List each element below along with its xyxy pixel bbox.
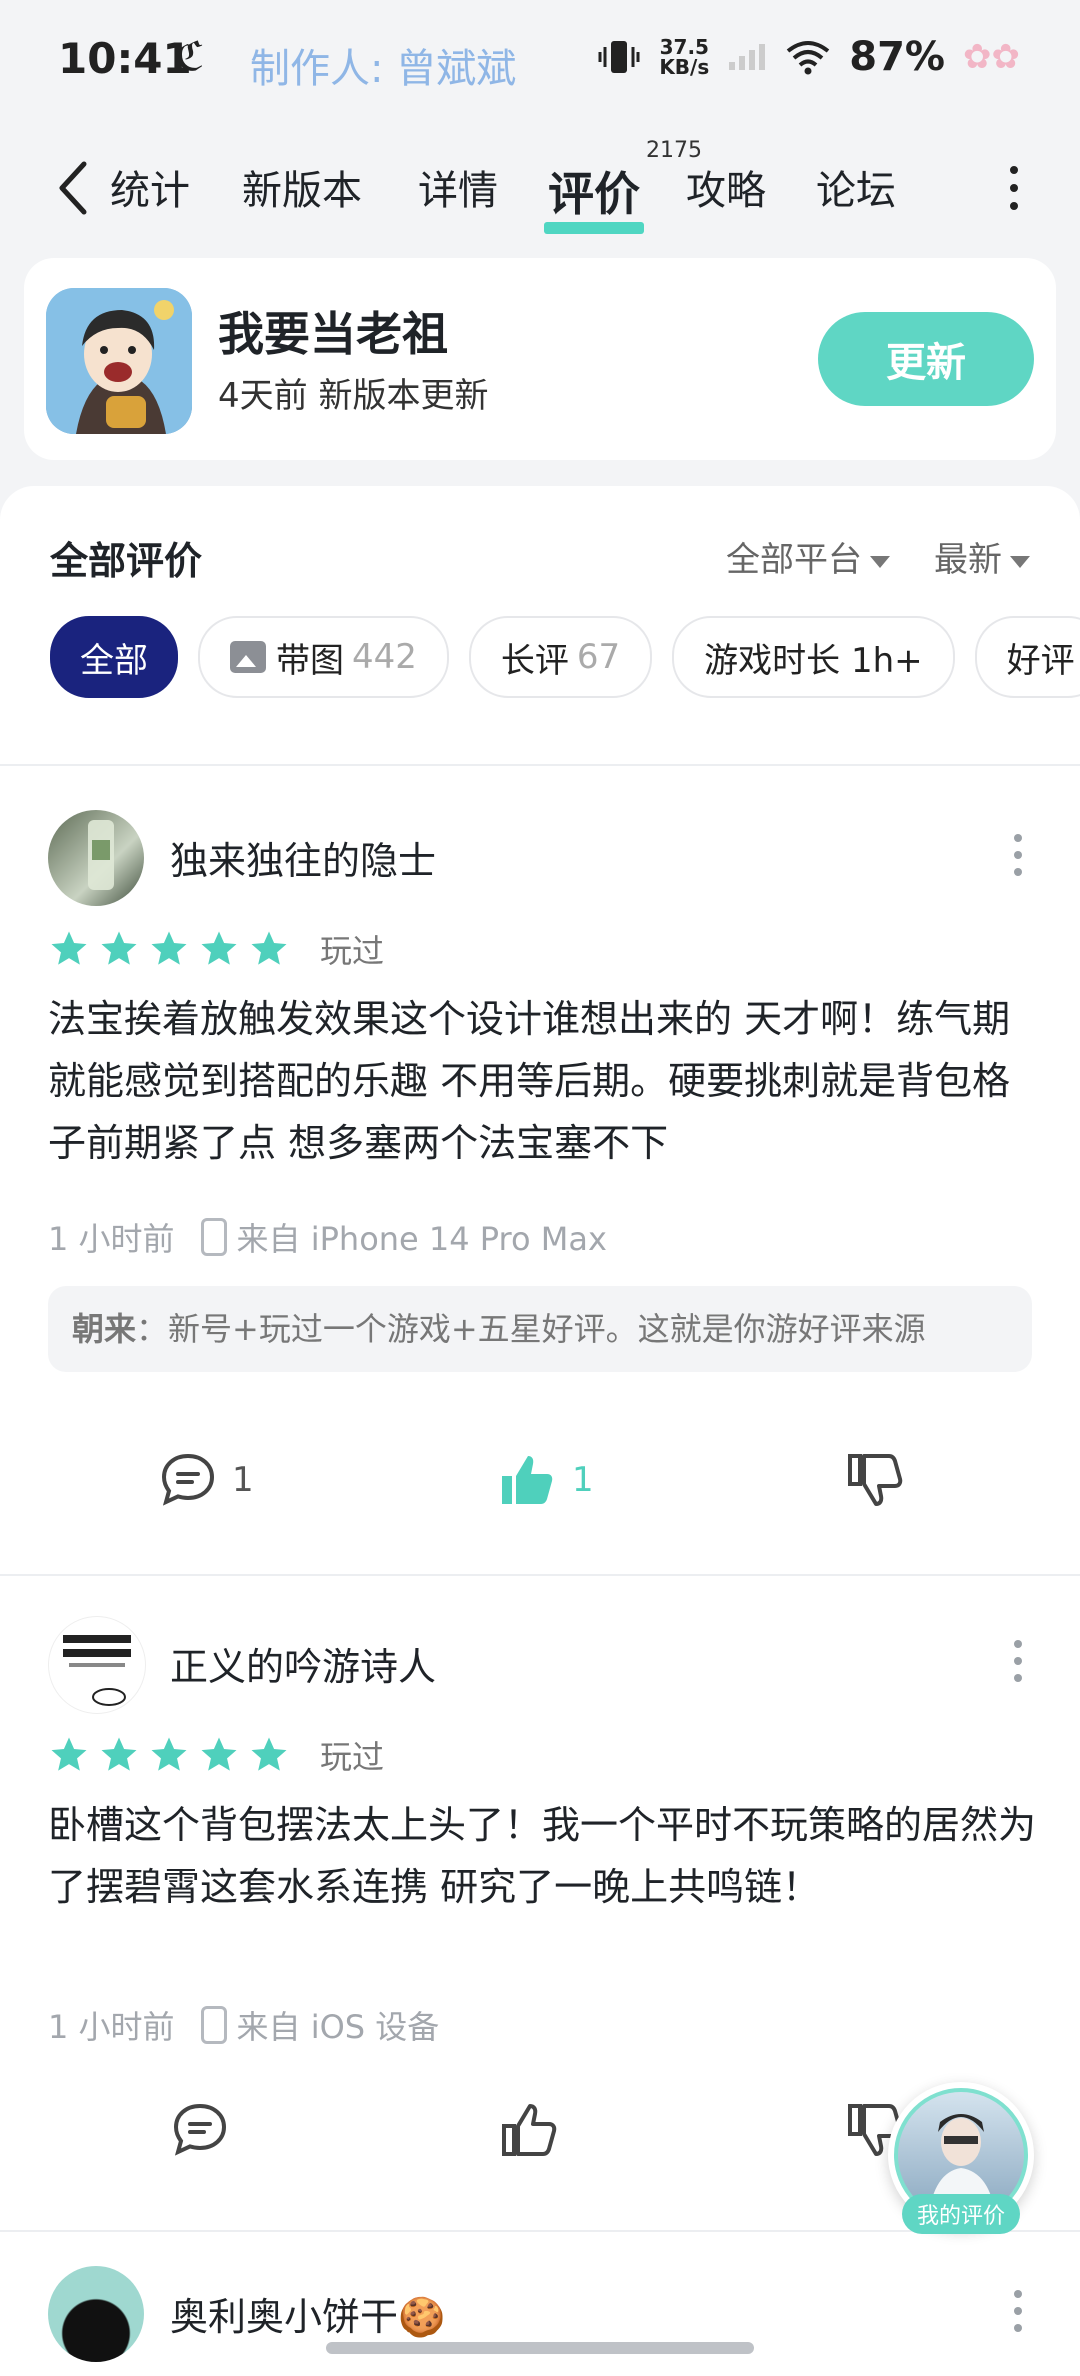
- my-review-label: 我的评价: [902, 2194, 1020, 2234]
- reviews-panel: 全部评价 全部平台 最新 全部 带图 442 长评 67 游戏时长 1h+ 好评 独…: [0, 486, 1080, 2376]
- star-icon: [51, 1737, 87, 1771]
- status-bar: 10:41 ℭ 制作人: 曾斌斌 37.5 KB/s 87% ✿✿: [0, 0, 1080, 120]
- played-tag: 玩过: [320, 1738, 385, 1776]
- star-icon: [151, 1737, 187, 1771]
- star-rating: 玩过: [48, 926, 384, 972]
- image-icon: [230, 641, 266, 673]
- star-icon: [251, 931, 287, 965]
- tab-forum[interactable]: 论坛: [816, 158, 896, 224]
- wifi-icon: [787, 41, 830, 75]
- carrier-icon: ℭ: [176, 34, 205, 80]
- reviews-title: 全部评价: [50, 539, 203, 583]
- reply-preview[interactable]: 朝来：新号+玩过一个游戏+五星好评。这就是你游好评来源: [48, 1286, 1032, 1372]
- tab-reviews[interactable]: 评价: [544, 158, 644, 234]
- tab-new-version[interactable]: 新版本: [242, 158, 362, 224]
- username[interactable]: 奥利奥小饼干🍪: [170, 2286, 445, 2341]
- star-rating: 玩过: [48, 1732, 384, 1778]
- chip-all[interactable]: 全部: [50, 616, 178, 698]
- played-tag: 玩过: [320, 932, 385, 970]
- dropdown-icon: [870, 555, 890, 568]
- tab-stats[interactable]: 统计: [110, 158, 190, 224]
- chip-positive[interactable]: 好评: [974, 616, 1080, 698]
- dropdown-icon: [1010, 555, 1030, 568]
- app-icon: [46, 288, 192, 434]
- comment-icon: [173, 2103, 227, 2156]
- net-speed: 37.5 KB/s: [659, 35, 710, 79]
- platform-filter[interactable]: 全部平台: [726, 532, 890, 581]
- app-name: 我要当老祖: [218, 307, 448, 361]
- avatar[interactable]: [48, 1616, 146, 1714]
- phone-icon: [200, 1218, 227, 1256]
- more-menu-icon[interactable]: [1010, 166, 1022, 220]
- update-button[interactable]: 更新: [818, 312, 1034, 406]
- filter-chips: 全部 带图 442 长评 67 游戏时长 1h+ 好评: [50, 616, 1080, 698]
- avatar[interactable]: [48, 810, 144, 906]
- username[interactable]: 独来独往的隐士: [170, 830, 436, 885]
- review-more-icon[interactable]: [1014, 834, 1024, 885]
- chip-playtime[interactable]: 游戏时长 1h+: [672, 616, 955, 698]
- review-text[interactable]: 卧槽这个背包摆法太上头了！我一个平时不玩策略的居然为了摆碧霄这套水系连携 研究了…: [48, 1794, 1038, 1918]
- dislike-button[interactable]: [844, 1448, 908, 1512]
- vibrate-icon: [598, 41, 640, 73]
- divider: [0, 1574, 1080, 1576]
- sakura-icon: ✿✿: [963, 37, 1020, 77]
- app-update-info: 4天前 新版本更新: [218, 376, 489, 416]
- review-more-icon[interactable]: [1014, 2290, 1024, 2341]
- back-arrow-icon[interactable]: [50, 158, 100, 218]
- thumbs-up-icon: [502, 1456, 553, 1504]
- review-meta: 1 小时前 来自 iOS 设备: [48, 2006, 440, 2046]
- star-icon: [201, 931, 237, 965]
- battery-percent: 87%: [849, 34, 946, 80]
- phone-icon: [200, 2006, 227, 2044]
- app-card[interactable]: 我要当老祖 4天前 新版本更新 更新: [24, 258, 1056, 460]
- review-more-icon[interactable]: [1014, 1640, 1024, 1691]
- review-filters: 全部平台 最新: [726, 532, 1030, 581]
- comment-icon: [161, 1453, 215, 1506]
- star-icon: [101, 1737, 137, 1771]
- like-button[interactable]: [498, 2098, 562, 2162]
- username[interactable]: 正义的吟游诗人: [170, 1636, 436, 1691]
- maker-credit: 制作人: 曾斌斌: [250, 46, 517, 92]
- review-count-badge: 2175: [646, 138, 702, 163]
- tab-bar: 统计 新版本 详情 评价 攻略 论坛: [110, 158, 952, 234]
- chip-with-images[interactable]: 带图 442: [198, 616, 449, 698]
- home-indicator[interactable]: [326, 2342, 754, 2354]
- thumbs-up-icon: [502, 2104, 557, 2156]
- avatar[interactable]: [48, 2266, 144, 2362]
- divider: [0, 764, 1080, 766]
- review-text[interactable]: 法宝挨着放触发效果这个设计谁想出来的 天才啊！练气期就能感觉到搭配的乐趣 不用等…: [48, 988, 1038, 1174]
- star-icon: [51, 931, 87, 965]
- comment-button[interactable]: 1: [156, 1448, 254, 1512]
- review-actions: 1 1: [0, 1448, 1080, 1528]
- star-icon: [101, 931, 137, 965]
- my-review-button[interactable]: 我的评价: [888, 2082, 1034, 2234]
- status-right: 37.5 KB/s 87% ✿✿: [597, 34, 1020, 80]
- thumbs-down-icon: [848, 1454, 903, 1506]
- tab-details[interactable]: 详情: [418, 158, 498, 224]
- top-nav: 统计 新版本 详情 评价 攻略 论坛 2175: [0, 128, 1080, 248]
- star-icon: [151, 931, 187, 965]
- star-icon: [251, 1737, 287, 1771]
- signal-icon: [729, 44, 766, 70]
- tab-guides[interactable]: 攻略: [686, 158, 766, 224]
- review-item: 奥利奥小饼干🍪: [0, 2230, 1080, 2376]
- like-button[interactable]: 1: [496, 1448, 594, 1512]
- sort-filter[interactable]: 最新: [934, 532, 1030, 581]
- star-icon: [201, 1737, 237, 1771]
- review-meta: 1 小时前 来自 iPhone 14 Pro Max: [48, 1218, 607, 1258]
- comment-button[interactable]: [168, 2098, 232, 2162]
- chip-long-reviews[interactable]: 长评 67: [468, 616, 653, 698]
- status-time: 10:41: [58, 34, 192, 83]
